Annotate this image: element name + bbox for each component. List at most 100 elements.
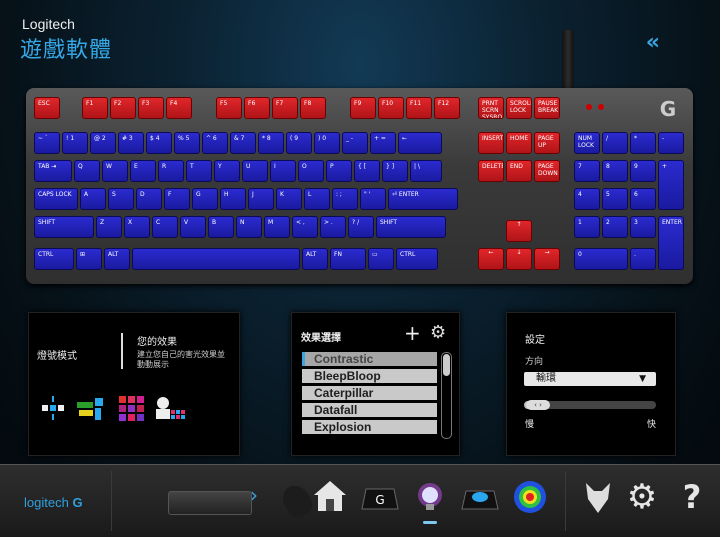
- key-caps[interactable]: J: [248, 188, 274, 210]
- wolf-icon[interactable]: [578, 477, 618, 517]
- key-caps[interactable]: A: [80, 188, 106, 210]
- speed-slider[interactable]: ‹ ›: [524, 400, 656, 410]
- next-device-icon[interactable]: ›: [250, 483, 258, 507]
- color-grid-icon[interactable]: [119, 396, 144, 421]
- key-num[interactable]: * 8: [258, 132, 284, 154]
- key-shift[interactable]: B: [208, 216, 234, 238]
- key-8[interactable]: 8: [602, 160, 628, 182]
- key-caps[interactable]: K: [276, 188, 302, 210]
- key-tab[interactable]: Y: [214, 160, 240, 182]
- key-tab[interactable]: { [: [354, 160, 380, 182]
- settings-gear-icon[interactable]: ⚙: [622, 477, 662, 517]
- key-num[interactable]: # 3: [118, 132, 144, 154]
- key-end[interactable]: END: [506, 160, 532, 182]
- key-3-fn[interactable]: F3: [138, 97, 164, 119]
- key-caps[interactable]: : ;: [332, 188, 358, 210]
- key-ctrl[interactable]: ▭: [368, 248, 394, 270]
- key-9-fn[interactable]: F9: [350, 97, 376, 119]
- key-num[interactable]: & 7: [230, 132, 256, 154]
- key-2[interactable]: 2: [602, 216, 628, 238]
- key-num[interactable]: _ -: [342, 132, 368, 154]
- key-13-fn[interactable]: PRNT SCRN SYSRQ: [478, 97, 504, 119]
- key-5[interactable]: 5: [602, 188, 628, 210]
- key-caps[interactable]: D: [136, 188, 162, 210]
- key-num[interactable]: ( 9: [286, 132, 312, 154]
- key-caps[interactable]: ⏎ ENTER: [388, 188, 458, 210]
- home-icon[interactable]: [310, 477, 350, 517]
- key-num[interactable]: ^ 6: [202, 132, 228, 154]
- key-ctrl[interactable]: ⊞: [76, 248, 102, 270]
- collapse-icon[interactable]: «: [646, 30, 660, 55]
- heatmap-icon[interactable]: [510, 477, 550, 517]
- key-tab[interactable]: W: [102, 160, 128, 182]
- key-3[interactable]: 3: [630, 216, 656, 238]
- key-caps[interactable]: F: [164, 188, 190, 210]
- key-caps[interactable]: L: [304, 188, 330, 210]
- key-tab[interactable]: } ]: [382, 160, 408, 182]
- key-tab[interactable]: E: [130, 160, 156, 182]
- key-right[interactable]: →: [534, 248, 560, 270]
- key-shift[interactable]: C: [152, 216, 178, 238]
- key-minus[interactable]: -: [658, 132, 684, 154]
- key-10-fn[interactable]: F10: [378, 97, 404, 119]
- key-14-fn[interactable]: SCROLL LOCK: [506, 97, 532, 119]
- key-0-fn[interactable]: ESC: [34, 97, 60, 119]
- key-12-fn[interactable]: F12: [434, 97, 460, 119]
- key-caps[interactable]: S: [108, 188, 134, 210]
- key-enter[interactable]: ENTER: [658, 216, 684, 270]
- key-num[interactable]: @ 2: [90, 132, 116, 154]
- key-plus[interactable]: +: [658, 160, 684, 210]
- key-2-fn[interactable]: F2: [110, 97, 136, 119]
- help-icon[interactable]: ?: [672, 477, 712, 517]
- key-highlight-icon[interactable]: [77, 398, 103, 420]
- key-0[interactable]: 0: [574, 248, 628, 270]
- key-caps[interactable]: " ': [360, 188, 386, 210]
- key-4-fn[interactable]: F4: [166, 97, 192, 119]
- key-down[interactable]: ↓: [506, 248, 532, 270]
- key-shift[interactable]: N: [236, 216, 262, 238]
- key-tab[interactable]: TAB ⇥: [34, 160, 72, 182]
- key-tab[interactable]: | \: [410, 160, 442, 182]
- effect-item-contrastic[interactable]: Contrastic: [302, 352, 437, 366]
- effect-item-caterpillar[interactable]: Caterpillar: [302, 386, 437, 400]
- key-tab[interactable]: O: [298, 160, 324, 182]
- key-pageup[interactable]: PAGE UP: [534, 132, 560, 154]
- key-shift[interactable]: M: [264, 216, 290, 238]
- key-shift[interactable]: Z: [96, 216, 122, 238]
- key-shift[interactable]: X: [124, 216, 150, 238]
- key-caps[interactable]: G: [192, 188, 218, 210]
- key-shift[interactable]: < ,: [292, 216, 318, 238]
- key-shift[interactable]: V: [180, 216, 206, 238]
- key-home[interactable]: HOME: [506, 132, 532, 154]
- key-num[interactable]: ←: [398, 132, 442, 154]
- key-4[interactable]: 4: [574, 188, 600, 210]
- key-delete[interactable]: DELETE: [478, 160, 504, 182]
- freestyle-icon[interactable]: [42, 396, 64, 420]
- key-tab[interactable]: U: [242, 160, 268, 182]
- effect-item-datafall[interactable]: Datafall: [302, 403, 437, 417]
- key-6[interactable]: 6: [630, 188, 656, 210]
- key-caps[interactable]: CAPS LOCK: [34, 188, 78, 210]
- key-ctrl[interactable]: FN: [330, 248, 366, 270]
- direction-dropdown[interactable]: 輸環 ▼: [524, 372, 656, 386]
- key-num[interactable]: ) 0: [314, 132, 340, 154]
- g-keys-icon[interactable]: G: [360, 477, 400, 517]
- key-5-fn[interactable]: F5: [216, 97, 242, 119]
- key-ctrl[interactable]: [132, 248, 300, 270]
- custom-effect-icon[interactable]: [155, 393, 185, 419]
- add-effect-icon[interactable]: +: [404, 321, 421, 345]
- key-shift[interactable]: SHIFT: [34, 216, 94, 238]
- effect-settings-gear-icon[interactable]: ⚙: [430, 322, 446, 343]
- key-num[interactable]: ! 1: [62, 132, 88, 154]
- scrollbar-thumb[interactable]: [443, 354, 450, 376]
- key-insert[interactable]: INSERT: [478, 132, 504, 154]
- key-8-fn[interactable]: F8: [300, 97, 326, 119]
- key-multiply[interactable]: *: [630, 132, 656, 154]
- key-1[interactable]: 1: [574, 216, 600, 238]
- key-11-fn[interactable]: F11: [406, 97, 432, 119]
- key-num[interactable]: % 5: [174, 132, 200, 154]
- key-divide[interactable]: /: [602, 132, 628, 154]
- key-up[interactable]: ↑: [506, 220, 532, 242]
- key-decimal[interactable]: .: [630, 248, 656, 270]
- key-num[interactable]: + =: [370, 132, 396, 154]
